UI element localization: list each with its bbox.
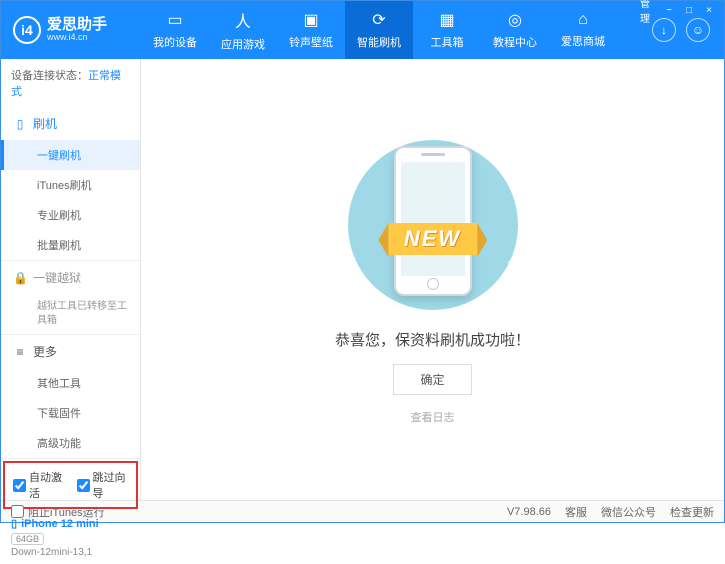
menu-icon: ≡ [13, 345, 27, 359]
header-actions: ↓ ☺ [652, 18, 724, 42]
nav-apps-games[interactable]: 人应用游戏 [209, 1, 277, 59]
sidebar-jailbreak-head[interactable]: 🔒 一键越狱 [1, 261, 140, 294]
nav-store[interactable]: ⌂爱思商城 [549, 1, 617, 59]
app-url: www.i4.cn [47, 32, 107, 43]
tutorial-icon: ◎ [508, 10, 522, 30]
jailbreak-note: 越狱工具已转移至工具箱 [1, 294, 140, 334]
store-icon: ⌂ [578, 11, 588, 29]
main-content: ✦✦✦✦ NEW 恭喜您，保资料刷机成功啦！ 确定 查看日志 [141, 59, 724, 500]
phone-icon: ▭ [167, 10, 182, 30]
flash-icon: ⟳ [372, 10, 385, 30]
auto-activate-checkbox[interactable]: 自动激活 [13, 469, 65, 501]
sidebar-item-oneclick[interactable]: 一键刷机 [1, 140, 140, 170]
nav-ringtones[interactable]: ▣铃声壁纸 [277, 1, 345, 59]
toolbox-icon: ▦ [439, 10, 454, 30]
user-button[interactable]: ☺ [686, 18, 710, 42]
nav-my-device[interactable]: ▭我的设备 [141, 1, 209, 59]
sidebar-item-batch[interactable]: 批量刷机 [1, 230, 140, 260]
logo-icon: i4 [13, 16, 41, 44]
minimize-button[interactable]: − [660, 3, 678, 17]
manage-button[interactable]: 管理 [640, 3, 658, 17]
phone-icon: ▯ [13, 117, 27, 131]
block-itunes-checkbox[interactable]: 阻止iTunes运行 [11, 504, 105, 520]
sidebar: 设备连接状态：正常模式 ▯ 刷机 一键刷机 iTunes刷机 专业刷机 批量刷机… [1, 59, 141, 500]
app-name: 爱思助手 [47, 17, 107, 32]
nav-toolbox[interactable]: ▦工具箱 [413, 1, 481, 59]
body: 设备连接状态：正常模式 ▯ 刷机 一键刷机 iTunes刷机 专业刷机 批量刷机… [1, 59, 724, 500]
nav-smart-flash[interactable]: ⟳智能刷机 [345, 1, 413, 59]
close-button[interactable]: × [700, 3, 718, 17]
wallpaper-icon: ▣ [303, 10, 318, 30]
new-banner: NEW [388, 223, 477, 255]
sidebar-more-head[interactable]: ≡ 更多 [1, 335, 140, 368]
view-log-link[interactable]: 查看日志 [411, 409, 455, 425]
device-model: Down-12mini-13,1 [11, 547, 130, 558]
success-text: 恭喜您，保资料刷机成功啦！ [335, 329, 530, 350]
sidebar-item-itunes[interactable]: iTunes刷机 [1, 170, 140, 200]
window-controls: 管理 − □ × [640, 3, 718, 17]
sidebar-flash-head[interactable]: ▯ 刷机 [1, 107, 140, 140]
footer-wechat[interactable]: 微信公众号 [601, 504, 656, 520]
footer-support[interactable]: 客服 [565, 504, 587, 520]
sidebar-item-download-fw[interactable]: 下载固件 [1, 398, 140, 428]
maximize-button[interactable]: □ [680, 3, 698, 17]
logo: i4 爱思助手 www.i4.cn [1, 16, 141, 44]
nav-tutorials[interactable]: ◎教程中心 [481, 1, 549, 59]
header: 管理 − □ × i4 爱思助手 www.i4.cn ▭我的设备 人应用游戏 ▣… [1, 1, 724, 59]
sidebar-item-other-tools[interactable]: 其他工具 [1, 368, 140, 398]
sidebar-item-pro[interactable]: 专业刷机 [1, 200, 140, 230]
apps-icon: 人 [235, 8, 251, 32]
lock-icon: 🔒 [13, 271, 27, 285]
ok-button[interactable]: 确定 [393, 364, 471, 395]
success-illustration: ✦✦✦✦ NEW [333, 135, 533, 315]
sidebar-item-advanced[interactable]: 高级功能 [1, 428, 140, 458]
version-text: V7.98.66 [507, 506, 551, 518]
device-storage: 64GB [11, 533, 44, 545]
skip-guide-checkbox[interactable]: 跳过向导 [77, 469, 129, 501]
connection-status: 设备连接状态：正常模式 [1, 59, 140, 107]
footer-update[interactable]: 检查更新 [670, 504, 714, 520]
main-nav: ▭我的设备 人应用游戏 ▣铃声壁纸 ⟳智能刷机 ▦工具箱 ◎教程中心 ⌂爱思商城 [141, 1, 652, 59]
checkbox-row: 自动激活 跳过向导 [3, 461, 138, 509]
